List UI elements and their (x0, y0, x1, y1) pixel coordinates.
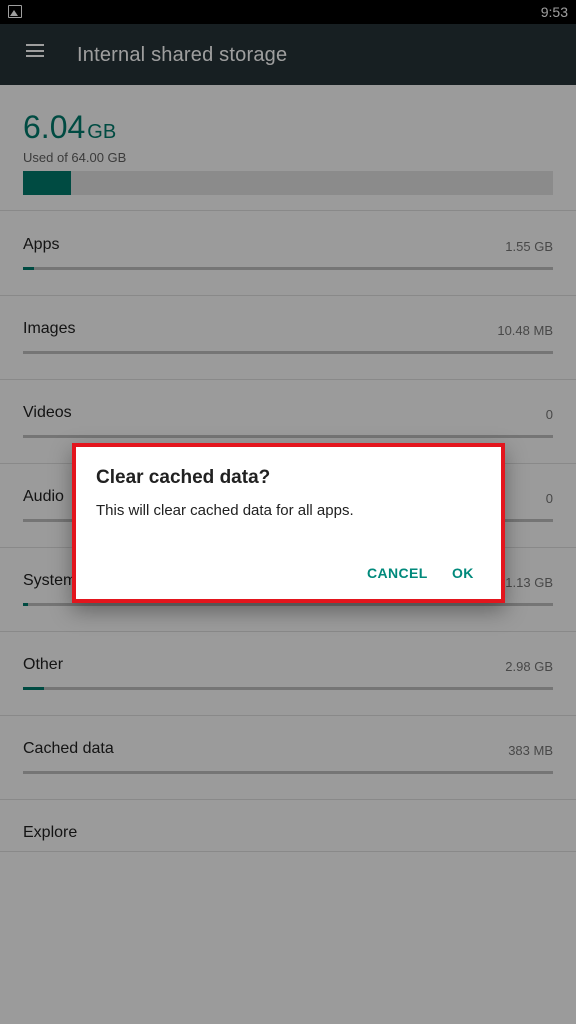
ok-button[interactable]: OK (452, 565, 474, 581)
cancel-button[interactable]: CANCEL (367, 565, 428, 581)
clear-cache-dialog: Clear cached data? This will clear cache… (72, 443, 505, 603)
dialog-title: Clear cached data? (96, 467, 271, 488)
dialog-message: This will clear cached data for all apps… (96, 502, 354, 519)
